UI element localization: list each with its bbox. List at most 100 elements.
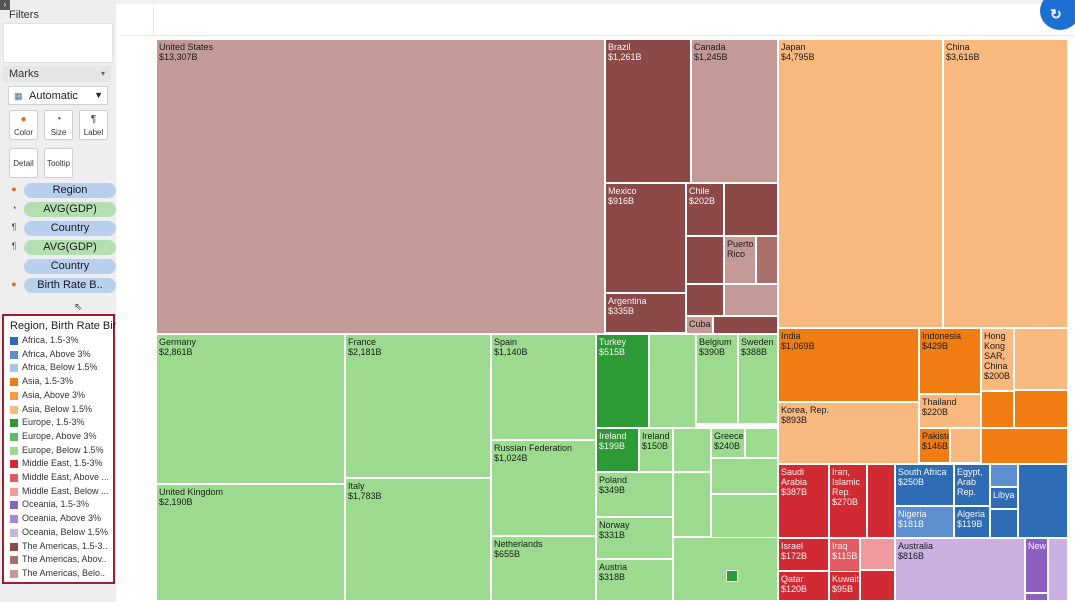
treemap-tile[interactable]: South Africa $250B xyxy=(895,464,954,506)
treemap-tile[interactable] xyxy=(867,464,895,538)
marks-shelf-field[interactable]: ¶ Country xyxy=(8,221,116,236)
field-pill[interactable]: Birth Rate B.. xyxy=(24,278,116,293)
treemap-tile[interactable]: Indonesia $429B xyxy=(919,328,981,394)
treemap-tile[interactable]: Ireland $199B xyxy=(596,428,639,472)
treemap-tile[interactable] xyxy=(950,428,981,463)
treemap-tile[interactable] xyxy=(686,236,724,284)
treemap-tile[interactable]: Belgium $390B xyxy=(696,334,738,424)
marks-shelf-field[interactable]: Country xyxy=(8,259,116,274)
treemap-tile[interactable]: Canada $1,245B xyxy=(691,39,778,183)
treemap-tile[interactable]: Norway $331B xyxy=(596,517,673,559)
treemap-tile[interactable]: Puerto Rico xyxy=(724,236,756,284)
treemap-tile[interactable]: Austria $318B xyxy=(596,559,673,601)
treemap-tile[interactable]: Iraq $115B xyxy=(829,538,860,572)
field-pill[interactable]: Region xyxy=(24,183,116,198)
treemap-tile[interactable]: Italy $1,783B xyxy=(345,478,491,601)
treemap-tile[interactable]: Sweden $388B xyxy=(738,334,778,424)
treemap-tile[interactable]: Greece $240B xyxy=(711,428,745,458)
treemap-tile[interactable] xyxy=(745,428,778,458)
treemap-tile[interactable]: Nigeria $181B xyxy=(895,506,954,538)
legend-item[interactable]: Oceania, 1.5-3% xyxy=(10,499,112,512)
treemap-tile[interactable] xyxy=(981,428,1068,464)
treemap-tile[interactable]: Egypt, Arab Rep. xyxy=(954,464,990,506)
treemap-tile[interactable] xyxy=(1025,593,1048,601)
treemap-tile[interactable] xyxy=(1014,390,1068,428)
treemap-tile[interactable] xyxy=(711,494,778,542)
treemap-tile[interactable] xyxy=(860,538,895,570)
filters-shelf[interactable] xyxy=(3,23,113,63)
treemap-tile[interactable]: Argentina $335B xyxy=(605,293,686,333)
treemap-tile[interactable]: Pakistan$146B xyxy=(919,428,950,463)
treemap-tile[interactable] xyxy=(860,570,895,601)
treemap-tile[interactable]: Ireland $150B xyxy=(639,428,673,472)
detail-button[interactable]: Detail xyxy=(9,148,38,178)
treemap-tile[interactable] xyxy=(673,472,711,537)
treemap-tile[interactable] xyxy=(673,537,778,601)
treemap-tile[interactable] xyxy=(981,391,1014,428)
treemap-tile[interactable]: Spain $1,140B xyxy=(491,334,596,440)
treemap-tile[interactable]: Hong Kong SAR, China $200B xyxy=(981,328,1014,391)
treemap-tile[interactable]: Mexico $916B xyxy=(605,183,686,293)
color-button[interactable]: ● Color xyxy=(9,110,38,140)
mark-type-dropdown[interactable]: ▦ Automatic ▼ xyxy=(8,86,108,105)
treemap-tile[interactable] xyxy=(1048,538,1068,601)
treemap-tile[interactable]: Turkey $515B xyxy=(596,334,649,428)
legend-item[interactable]: Africa, Above 3% xyxy=(10,349,112,362)
treemap-tile[interactable] xyxy=(990,509,1018,538)
treemap-tile[interactable]: Australia $816B xyxy=(895,538,1025,601)
legend-item[interactable]: Middle East, 1.5-3% xyxy=(10,458,112,471)
legend-item[interactable]: Asia, Below 1.5% xyxy=(10,404,112,417)
tooltip-button[interactable]: Tooltip xyxy=(44,148,73,178)
treemap-tile[interactable]: Chile $202B xyxy=(686,183,724,236)
treemap-tile[interactable] xyxy=(713,316,778,334)
field-pill[interactable]: Country xyxy=(24,259,116,274)
field-pill[interactable]: AVG(GDP) xyxy=(24,240,116,255)
legend-item[interactable]: Asia, Above 3% xyxy=(10,390,112,403)
label-button[interactable]: ¶ Label xyxy=(79,110,108,140)
treemap-tile[interactable]: Thailand $220B xyxy=(919,394,981,428)
legend-item[interactable]: Africa, Below 1.5% xyxy=(10,362,112,375)
marks-menu-icon[interactable]: ▾ xyxy=(101,69,105,78)
treemap-tile[interactable]: New xyxy=(1025,538,1048,593)
treemap-tile[interactable]: Israel $172B xyxy=(778,538,829,571)
legend-item[interactable]: Oceania, Above 3% xyxy=(10,513,112,526)
treemap-tile[interactable]: China $3,616B xyxy=(943,39,1068,328)
size-button[interactable]: ◔ Size xyxy=(44,110,73,140)
legend-item[interactable]: Asia, 1.5-3% xyxy=(10,376,112,389)
treemap-tile[interactable] xyxy=(756,236,778,284)
legend-item[interactable]: Europe, Above 3% xyxy=(10,431,112,444)
legend-item[interactable]: Oceania, Below 1.5% xyxy=(10,527,112,540)
treemap-tile[interactable] xyxy=(724,284,778,316)
marks-shelf-field[interactable]: ◔ AVG(GDP) xyxy=(8,202,116,217)
treemap-tile[interactable] xyxy=(686,284,724,316)
legend-item[interactable]: Africa, 1.5-3% xyxy=(10,335,112,348)
treemap-tile[interactable]: Algeria $119B xyxy=(954,506,990,538)
treemap-tile[interactable]: Poland $349B xyxy=(596,472,673,517)
treemap-tile[interactable]: United States $13,307B xyxy=(156,39,605,334)
treemap-tile[interactable]: Cuba xyxy=(686,316,713,334)
treemap-tile[interactable]: France $2,181B xyxy=(345,334,491,478)
treemap-tile[interactable]: Germany $2,861B xyxy=(156,334,345,484)
treemap-tile[interactable] xyxy=(990,464,1018,487)
treemap-tile[interactable]: Netherlands $655B xyxy=(491,536,596,601)
legend-item[interactable]: Europe, 1.5-3% xyxy=(10,417,112,430)
treemap-tile[interactable]: Libya xyxy=(990,487,1018,509)
treemap-tile[interactable]: United Kingdom $2,190B xyxy=(156,484,345,601)
field-pill[interactable]: AVG(GDP) xyxy=(24,202,116,217)
treemap-tile[interactable]: Qatar $120B xyxy=(778,571,829,601)
treemap-tile[interactable]: Japan $4,795B xyxy=(778,39,943,328)
marks-shelf-field[interactable]: ● Region xyxy=(8,183,116,198)
treemap-tile[interactable] xyxy=(673,428,711,472)
field-pill[interactable]: Country xyxy=(24,221,116,236)
marks-shelf-field[interactable]: ● Birth Rate B.. xyxy=(8,278,116,293)
legend-item[interactable]: Middle East, Below ... xyxy=(10,486,112,499)
treemap-tile[interactable] xyxy=(726,570,738,582)
treemap-tile[interactable] xyxy=(649,334,696,428)
legend-item[interactable]: The Americas, Belo.. xyxy=(10,568,112,581)
legend-item[interactable]: Middle East, Above ... xyxy=(10,472,112,485)
treemap-tile[interactable] xyxy=(724,183,778,236)
treemap-tile[interactable]: Iran, Islamic Rep. $270B xyxy=(829,464,867,538)
treemap-tile[interactable]: Russian Federation $1,024B xyxy=(491,440,596,536)
treemap-tile[interactable] xyxy=(1018,464,1068,538)
legend-item[interactable]: Europe, Below 1.5% xyxy=(10,445,112,458)
